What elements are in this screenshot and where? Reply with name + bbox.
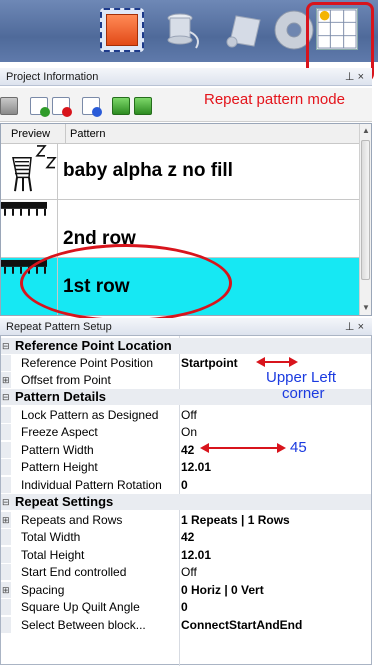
category-reference[interactable]: ⊟ Reference Point Location — [1, 338, 371, 354]
prop-total-width[interactable]: Total Width 42 — [1, 529, 371, 545]
move-up-icon[interactable] — [112, 97, 130, 115]
scroll-icon[interactable] — [222, 8, 266, 52]
prop-freeze[interactable]: Freeze Aspect On — [1, 424, 371, 440]
pattern-thumbnail — [1, 200, 57, 257]
save-icon[interactable] — [0, 97, 18, 115]
pattern-properties-icon[interactable] — [82, 97, 102, 117]
scroll-thumb[interactable] — [361, 140, 370, 280]
prop-start-end[interactable]: Start End controlled Off — [1, 564, 371, 580]
thread-spool-icon[interactable] — [162, 8, 206, 52]
corner-annotation: corner — [282, 385, 325, 402]
pattern-list-scrollbar[interactable]: ▲ ▼ — [359, 124, 371, 315]
prop-lock[interactable]: Lock Pattern as Designed Off — [1, 407, 371, 423]
prop-height[interactable]: Pattern Height 12.01 — [1, 459, 371, 475]
prop-repeats[interactable]: ⊞ Repeats and Rows 1 Repeats | 1 Rows — [1, 512, 371, 528]
startpoint-arrow-icon — [256, 357, 298, 367]
pattern-name: baby alpha z no fill — [63, 160, 233, 181]
prop-spacing[interactable]: ⊞ Spacing 0 Horiz | 0 Vert — [1, 582, 371, 598]
prop-select-between[interactable]: Select Between block... ConnectStartAndE… — [1, 617, 371, 633]
close-icon[interactable]: × — [358, 71, 364, 83]
project-info-title: Project Information — [6, 71, 99, 83]
pattern-list-header: Preview Pattern — [1, 124, 361, 144]
add-pattern-icon[interactable] — [30, 97, 50, 117]
pin-icon[interactable]: ⊥ — [345, 71, 355, 83]
collapse-icon[interactable]: ⊟ — [2, 338, 10, 354]
close-icon[interactable]: × — [358, 321, 364, 333]
expand-icon[interactable]: ⊞ — [2, 582, 10, 598]
width-45-annotation: 45 — [290, 439, 307, 456]
move-down-icon[interactable] — [134, 97, 152, 115]
prop-square-up[interactable]: Square Up Quilt Angle 0 — [1, 599, 371, 615]
category-repeat[interactable]: ⊟ Repeat Settings — [1, 494, 371, 510]
scroll-down-icon[interactable]: ▼ — [360, 301, 371, 315]
prop-rotation[interactable]: Individual Pattern Rotation 0 — [1, 477, 371, 493]
expand-icon[interactable]: ⊞ — [2, 372, 10, 388]
collapse-icon[interactable]: ⊟ — [2, 389, 10, 405]
list-item[interactable]: baby alpha z no fill — [1, 144, 361, 200]
repeat-setup-header: Repeat Pattern Setup ⊥ × — [0, 318, 372, 336]
scroll-up-icon[interactable]: ▲ — [360, 124, 371, 138]
col-preview[interactable]: Preview — [11, 124, 50, 144]
selected-row-highlight — [20, 244, 232, 322]
project-info-header: Project Information ⊥ × — [0, 68, 372, 86]
prop-width[interactable]: Pattern Width 42 — [1, 442, 371, 458]
collapse-icon[interactable]: ⊟ — [2, 494, 10, 510]
frame-select-icon[interactable] — [100, 8, 144, 52]
prop-total-height[interactable]: Total Height 12.01 — [1, 547, 371, 563]
upper-left-annotation: Upper Left — [266, 369, 337, 386]
repeat-setup-title: Repeat Pattern Setup — [6, 321, 112, 333]
pattern-thumbnail — [1, 144, 57, 199]
repeat-mode-annotation: Repeat pattern mode — [204, 91, 345, 108]
width-arrow-icon — [200, 443, 286, 453]
expand-icon[interactable]: ⊞ — [2, 512, 10, 528]
col-pattern[interactable]: Pattern — [65, 124, 105, 144]
pin-icon[interactable]: ⊥ — [345, 321, 355, 333]
remove-pattern-icon[interactable] — [52, 97, 72, 117]
